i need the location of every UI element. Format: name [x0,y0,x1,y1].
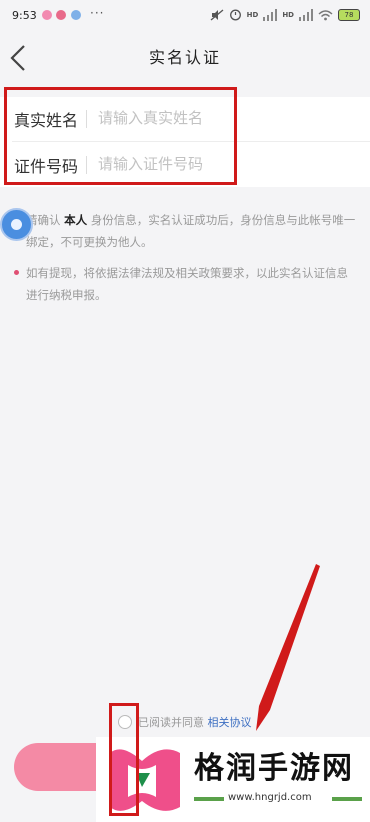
status-bar: 9:53 ··· HD HD 78 [0,0,370,32]
agreement-link[interactable]: 相关协议 [208,716,252,729]
notice-bold-text: 本人 [64,213,88,227]
mute-icon [210,9,224,20]
watermark-decoration [194,797,224,801]
battery-icon: 78 [338,8,360,21]
notice-text: 如有提现，将依据法律法规及相关政策要求，以此实名认证信息进行纳税申报。 [26,266,348,302]
app-notification-icon [56,10,66,20]
form-highlight-box [4,87,237,185]
checkbox-highlight-box [109,703,139,816]
watermark-url: www.hngrjd.com [228,792,312,803]
watermark-decoration [332,797,362,801]
alarm-icon [229,9,241,21]
status-time: 9:53 [12,9,37,22]
status-icons: HD HD 78 [210,8,360,21]
page-title: 实名认证 [148,48,221,67]
notice-tax: 如有提现，将依据法律法规及相关政策要求，以此实名认证信息进行纳税申报。 [14,262,359,306]
app-notification-icon [71,10,81,20]
watermark-text: 格润手游网 [194,751,354,786]
app-notification-icon [42,10,52,20]
annotation-arrow-icon [256,564,320,731]
nav-bar: 实名认证 [0,32,370,82]
hd-icon: HD [246,10,259,19]
bullet-dot [14,270,19,275]
wifi-icon [318,9,333,20]
agreement-text: 已阅读并同意 [138,716,204,729]
touch-indicator-icon [0,208,33,241]
signal-icon [299,8,313,21]
notice-confirm-identity: 请确认 本人 身份信息，实名认证成功后，身份信息与此帐号唯一绑定，不可更换为他人… [14,209,359,253]
hd-icon: HD [282,10,294,19]
signal-icon [263,8,278,21]
more-notifications-icon: ··· [90,6,105,20]
